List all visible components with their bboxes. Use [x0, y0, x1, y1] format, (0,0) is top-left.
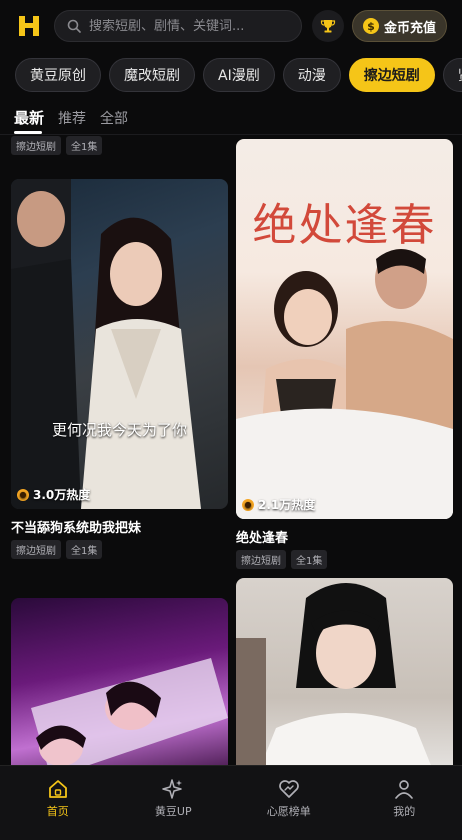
- heat-badge: ● 3.0万热度: [17, 486, 90, 503]
- nav-up[interactable]: 黄豆UP: [116, 766, 232, 840]
- nav-home[interactable]: 首页: [0, 766, 116, 840]
- app-logo[interactable]: [14, 11, 44, 41]
- sparkle-icon: [162, 779, 183, 799]
- heat-value: 2.1万热度: [258, 498, 316, 512]
- drama-poster[interactable]: 更何况我今天为了你 ● 3.0万热度: [11, 179, 228, 509]
- drama-card-partial[interactable]: 擦边短剧 全1集: [11, 135, 228, 155]
- poster-image: [11, 179, 201, 509]
- tab-recommended[interactable]: 推荐: [58, 108, 86, 128]
- category-tab-edge[interactable]: 擦边短剧: [348, 58, 435, 92]
- tag-genre: 擦边短剧: [236, 550, 286, 569]
- category-tab-modded[interactable]: 魔改短剧: [109, 58, 195, 92]
- tag-genre: 擦边短剧: [11, 540, 61, 559]
- poster-image: [236, 583, 431, 765]
- nav-home-label: 首页: [46, 805, 69, 818]
- poster-subtitle: 更何况我今天为了你: [51, 421, 187, 439]
- tag-episodes: 全1集: [291, 550, 328, 569]
- card-tags: 擦边短剧 全1集: [11, 136, 228, 155]
- drama-poster[interactable]: [236, 578, 453, 765]
- leaderboard-button[interactable]: [312, 10, 344, 42]
- trophy-icon: [320, 20, 336, 33]
- heat-value: 3.0万热度: [33, 488, 91, 502]
- tag-genre: 擦边短剧: [11, 136, 61, 155]
- nav-up-label: 黄豆UP: [154, 805, 192, 818]
- poster-image: [31, 658, 228, 765]
- tab-all[interactable]: 全部: [100, 108, 128, 128]
- poster-image: [236, 249, 453, 519]
- search-icon: [67, 19, 81, 33]
- category-bar: 黄豆原创 魔改短剧 AI漫剧 动漫 擦边短剧 贤: [15, 58, 462, 94]
- tag-episodes: 全1集: [66, 540, 103, 559]
- app-header: $ 金币充值: [0, 0, 462, 52]
- drama-card[interactable]: 绝处逢春 ● 2.1万热度 绝处逢春 擦边短剧 全1集: [236, 139, 453, 569]
- recharge-label: 金币充值: [384, 20, 437, 36]
- nav-profile[interactable]: 我的: [347, 766, 462, 840]
- search-bar[interactable]: [54, 10, 302, 42]
- category-tab-anime[interactable]: 动漫: [282, 58, 341, 92]
- nav-wishlist[interactable]: 心愿榜单: [231, 766, 347, 840]
- search-input[interactable]: [89, 18, 289, 34]
- bottom-nav: 首页 黄豆UP 心愿榜单 我的: [0, 765, 462, 840]
- drama-feed[interactable]: 擦边短剧 全1集 更何况我今天为了你 ● 3.0万热度 不当舔狗系统助我把妹 擦…: [0, 135, 462, 765]
- h-logo-icon: [19, 16, 39, 36]
- nav-wishlist-label: 心愿榜单: [266, 805, 311, 818]
- tab-latest[interactable]: 最新: [14, 107, 44, 134]
- drama-poster[interactable]: 绝处逢春 ● 2.1万热度: [236, 139, 453, 519]
- category-tab-ai-comic[interactable]: AI漫剧: [203, 58, 275, 92]
- flame-icon: ●: [17, 488, 29, 501]
- drama-title[interactable]: 绝处逢春: [236, 527, 453, 545]
- nav-profile-label: 我的: [393, 805, 416, 818]
- heart-icon: [278, 780, 299, 798]
- coin-icon: $: [363, 18, 379, 34]
- drama-card[interactable]: [11, 598, 228, 765]
- tag-episodes: 全1集: [66, 136, 103, 155]
- user-icon: [395, 780, 414, 799]
- flame-icon: ●: [242, 498, 254, 511]
- recharge-button[interactable]: $ 金币充值: [352, 10, 448, 42]
- drama-card[interactable]: [236, 578, 453, 765]
- drama-poster[interactable]: [11, 598, 228, 765]
- category-tab-more[interactable]: 贤: [442, 58, 462, 92]
- drama-card[interactable]: 更何况我今天为了你 ● 3.0万热度 不当舔狗系统助我把妹 擦边短剧 全1集: [11, 179, 228, 559]
- drama-title[interactable]: 不当舔狗系统助我把妹: [11, 517, 228, 535]
- sort-tabs: 最新 推荐 全部: [14, 104, 128, 134]
- card-tags: 擦边短剧 全1集: [236, 550, 453, 569]
- card-tags: 擦边短剧 全1集: [11, 540, 228, 559]
- category-tab-original[interactable]: 黄豆原创: [15, 58, 101, 92]
- heat-badge: ● 2.1万热度: [242, 496, 315, 513]
- home-icon: [48, 780, 67, 798]
